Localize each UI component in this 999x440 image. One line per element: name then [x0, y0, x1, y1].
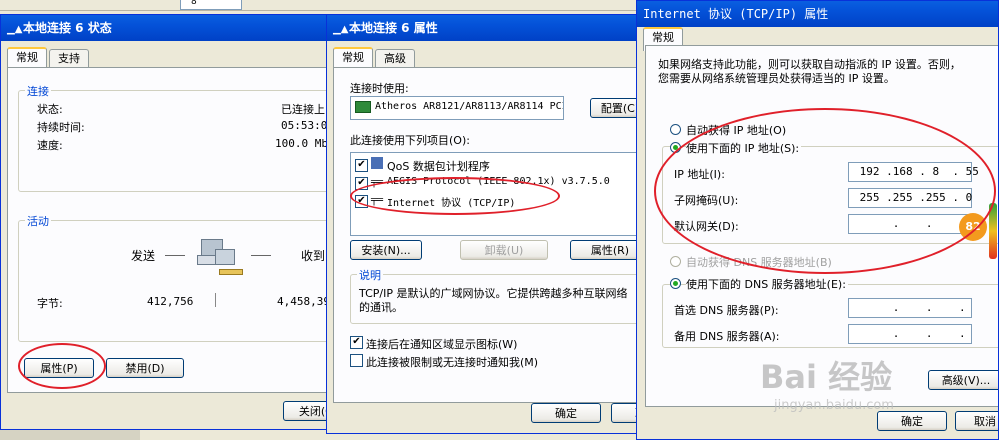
adapter-box: Atheros AR8121/AR8113/AR8114 PCI-E: [350, 96, 564, 120]
disable-button[interactable]: 禁用(D): [106, 358, 184, 378]
ip-address-label: IP 地址(I):: [674, 168, 725, 181]
received-label: 收到: [301, 249, 326, 263]
protocol-icon: ╤═: [371, 195, 384, 206]
ok-button[interactable]: 确定: [877, 411, 947, 431]
network-icon: ▁▲: [333, 24, 349, 35]
description-group: 说明 TCP/IP 是默认的广域网协议。它提供跨越多种互联网络 的通讯。: [350, 267, 641, 324]
activity-divider: [215, 293, 216, 307]
network-computers-icon: [195, 235, 243, 281]
props-window: ▁▲本地连接 6 属性 常规 高级 连接时使用: Atheros AR8121/…: [326, 14, 642, 434]
duration-value: 05:53:05: [281, 119, 332, 132]
status-panel: 连接 状态: 已连接上 持续时间: 05:53:05 速度: 100.0 Mbp…: [7, 67, 332, 393]
speed-badge: 82: [959, 213, 987, 241]
items-list: ✔ QoS 数据包计划程序 ✔ ╤═ AEGIS Protocol (IEEE …: [350, 152, 641, 236]
baidu-watermark: Bai 经验: [760, 358, 893, 396]
auto-ip-label: 自动获得 IP 地址(O): [686, 124, 787, 137]
item-tcpip[interactable]: Internet 协议 (TCP/IP): [387, 194, 515, 209]
description-legend: 说明: [357, 267, 383, 283]
alternate-dns-input[interactable]: . . .: [848, 324, 972, 344]
side-gauge: [989, 203, 997, 259]
install-button[interactable]: 安装(N)...: [350, 240, 422, 260]
sent-label: 发送: [131, 249, 156, 263]
tab-support[interactable]: 支持: [49, 49, 89, 69]
ip-address-input[interactable]: 192 .168 . 8 . 55: [848, 162, 979, 182]
props-titlebar[interactable]: ▁▲本地连接 6 属性: [327, 15, 641, 41]
protocol-icon: ╤═: [371, 177, 384, 188]
alternate-dns-label: 备用 DNS 服务器(A):: [674, 330, 780, 343]
status-value: 已连接上: [281, 103, 325, 116]
gateway-input[interactable]: . . .: [848, 214, 972, 234]
advanced-button[interactable]: 高级(V)...: [928, 370, 998, 390]
subnet-mask-input[interactable]: 255 .255 .255 . 0: [848, 188, 972, 208]
gateway-label: 默认网关(D):: [674, 220, 739, 233]
item-qos[interactable]: QoS 数据包计划程序: [387, 158, 490, 174]
manual-dns-label: 使用下面的 DNS 服务器地址(E):: [686, 276, 848, 292]
font-size-box[interactable]: 8: [180, 0, 242, 10]
item-aegis[interactable]: AEGIS Protocol (IEEE 802.1x) v3.7.5.0: [387, 176, 610, 187]
description-text-2: 的通讯。: [359, 301, 403, 314]
manual-ip-radio[interactable]: [670, 142, 681, 153]
activity-legend: 活动: [25, 213, 51, 229]
watermark-url: jingyan.baidu.com: [774, 398, 894, 413]
status-title: 本地连接 6 状态: [23, 21, 112, 35]
manual-dns-radio[interactable]: [670, 278, 681, 289]
status-window: ▁▲本地连接 6 状态 常规 支持 连接 状态: 已连接上 持续时间: 05:5…: [0, 14, 332, 430]
items-label: 此连接使用下列项目(O):: [350, 134, 470, 147]
tcpip-titlebar[interactable]: Internet 协议 (TCP/IP) 属性: [637, 1, 998, 27]
preferred-dns-input[interactable]: . . .: [848, 298, 972, 318]
props-title: 本地连接 6 属性: [349, 21, 438, 35]
manual-ip-label: 使用下面的 IP 地址(S):: [686, 140, 802, 156]
recv-line: [251, 255, 271, 256]
connection-legend: 连接: [25, 83, 51, 99]
speed-label: 速度:: [37, 139, 63, 152]
props-panel: 连接时使用: Atheros AR8121/AR8113/AR8114 PCI-…: [333, 67, 641, 403]
close-button[interactable]: 关闭(C): [283, 401, 331, 421]
info-text-2: 您需要从网络系统管理员处获得适当的 IP 设置。: [658, 72, 895, 85]
duration-label: 持续时间:: [37, 121, 85, 134]
uninstall-button[interactable]: 卸载(U): [460, 240, 548, 260]
notify-icon-checkbox[interactable]: ✔: [350, 336, 363, 349]
preferred-dns-label: 首选 DNS 服务器(P):: [674, 304, 779, 317]
status-titlebar[interactable]: ▁▲本地连接 6 状态: [1, 15, 331, 41]
connection-group: 连接 状态: 已连接上 持续时间: 05:53:05 速度: 100.0 Mbp…: [18, 83, 332, 192]
bytes-sent: 412,756: [147, 295, 194, 308]
bytes-label: 字节:: [37, 297, 63, 310]
tab-advanced[interactable]: 高级: [375, 49, 415, 69]
item-checkbox[interactable]: ✔: [355, 177, 368, 190]
notify-limited-label: 此连接被限制或无连接时通知我(M): [366, 356, 539, 369]
ok-button[interactable]: 确定: [531, 403, 601, 423]
speed-value: 100.0 Mbps: [275, 137, 331, 150]
status-label: 状态:: [37, 103, 63, 116]
adapter-name: Atheros AR8121/AR8113/AR8114 PCI-E: [375, 101, 564, 112]
sent-line: [165, 255, 185, 256]
activity-group: 活动 发送 收到 字节: 412,756 4,458,395: [18, 213, 332, 342]
cancel-button[interactable]: 取消: [955, 411, 998, 431]
notify-limited-checkbox[interactable]: [350, 354, 363, 367]
tcpip-title: Internet 协议 (TCP/IP) 属性: [643, 7, 829, 21]
item-properties-button[interactable]: 属性(R): [570, 240, 641, 260]
item-checkbox[interactable]: ✔: [355, 159, 368, 172]
connect-using-label: 连接时使用:: [350, 82, 409, 95]
qos-icon: [371, 157, 383, 169]
properties-button[interactable]: 属性(P): [24, 358, 94, 378]
auto-ip-radio[interactable]: [670, 124, 681, 135]
adapter-icon: [355, 101, 371, 113]
network-icon: ▁▲: [7, 24, 23, 35]
subnet-mask-label: 子网掩码(U):: [674, 194, 739, 207]
item-checkbox[interactable]: ✔: [355, 195, 368, 208]
auto-dns-label: 自动获得 DNS 服务器地址(B): [686, 256, 832, 269]
auto-dns-radio[interactable]: [670, 256, 681, 267]
configure-button[interactable]: 配置(C): [590, 98, 641, 118]
notify-icon-label: 连接后在通知区域显示图标(W): [366, 338, 518, 351]
bytes-received: 4,458,395: [277, 295, 332, 308]
